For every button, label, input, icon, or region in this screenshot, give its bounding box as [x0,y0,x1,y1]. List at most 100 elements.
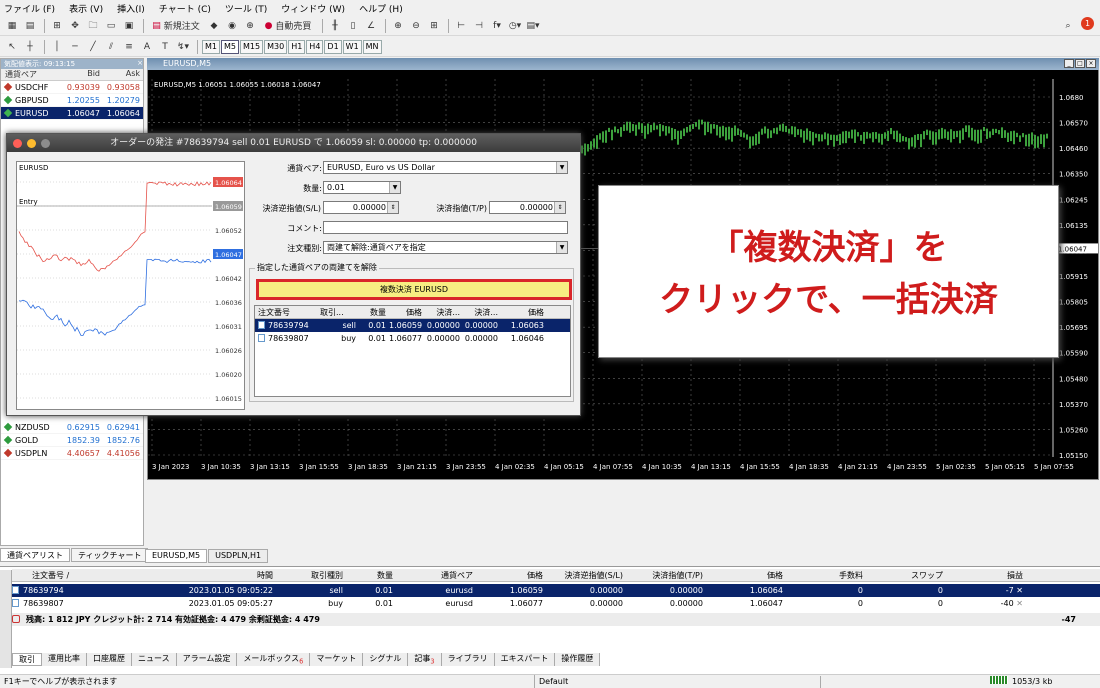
close-icon[interactable] [13,139,22,148]
navigator-icon[interactable]: ✥ [67,18,83,34]
zoom-icon[interactable] [41,139,50,148]
order-row[interactable]: 78639794 sell 0.01 1.06059 0.00000 0.00000 1.0… [255,319,570,332]
chart-window-titlebar[interactable]: EURUSD,M5 _ □ × [147,58,1099,70]
orders-col-header[interactable]: 価格 [389,307,425,318]
volume-select[interactable]: 0.01 ▼ [323,181,401,194]
market-watch-row[interactable]: EURUSD 1.06047 1.06064 [1,107,143,120]
comment-input[interactable] [323,221,568,234]
order-row[interactable]: 78639807 buy 0.01 1.06077 0.00000 0.00000 1.06… [255,332,570,345]
terminal-col-header[interactable]: 価格 [477,570,547,581]
menu-view[interactable]: 表示 (V) [69,2,103,15]
tf-d1[interactable]: D1 [324,39,342,54]
terminal-col-header[interactable]: 数量 [347,570,397,581]
profiles-icon[interactable]: ▤ [22,18,38,34]
autoscroll-icon[interactable]: ⊢ [453,18,469,34]
terminal-col-header[interactable]: 決済逆指値(S/L) [547,570,627,581]
terminal-tab[interactable]: 記事3 [408,653,442,666]
menu-tools[interactable]: ツール (T) [225,2,267,15]
terminal-col-header[interactable]: 通貨ペア [397,570,477,581]
tf-mn[interactable]: MN [362,39,382,54]
orders-col-header[interactable]: 決済... [463,307,501,318]
terminal-col-header[interactable]: 損益 [947,570,1027,581]
new-order-button[interactable]: ▤ 新規注文 [148,18,204,34]
terminal-tab[interactable]: シグナル [363,653,409,666]
col-bid[interactable]: Bid [63,69,103,80]
vps-icon[interactable]: ⊕ [242,18,258,34]
tf-m15[interactable]: M15 [240,39,264,54]
sl-input[interactable]: 0.00000 ⇕ [323,201,399,214]
market-watch-row[interactable]: USDCHF 0.93039 0.93058 [1,81,143,94]
terminal-tab[interactable]: 操作履歴 [555,653,601,666]
orders-col-header[interactable]: 数量 [359,307,389,318]
terminal-row[interactable]: 78639807 2023.01.05 09:05:27 buy 0.01 eurusd… [12,597,1100,610]
market-watch-row[interactable]: GOLD 1852.39 1852.76 [1,434,143,447]
terminal-tab[interactable]: 取引 [12,653,42,666]
terminal-tab[interactable]: アラーム設定 [176,653,238,666]
metaeditor-icon[interactable]: ◆ [206,18,222,34]
terminal-tab[interactable]: ライブラリ [441,653,495,666]
new-chart-icon[interactable]: ▦ [4,18,20,34]
text-label-icon[interactable]: T [157,39,173,55]
zoom-in-icon[interactable]: ⊕ [390,18,406,34]
market-watch-row[interactable]: USDPLN 4.40657 4.41056 [1,447,143,460]
search-icon[interactable]: ⌕ [1060,18,1076,34]
tf-m1[interactable]: M1 [202,39,220,54]
menu-insert[interactable]: 挿入(I) [117,2,145,15]
tf-m30[interactable]: M30 [264,39,288,54]
terminal-tab[interactable]: ニュース [132,653,177,666]
tf-h1[interactable]: H1 [288,39,306,54]
market-watch-row[interactable]: NZDUSD 0.62915 0.62941 [1,421,143,434]
terminal-tab[interactable]: エキスパート [494,653,556,666]
crosshair-icon[interactable]: ┼ [22,39,38,55]
tf-w1[interactable]: W1 [342,39,362,54]
tile-windows-icon[interactable]: ⊞ [426,18,442,34]
menu-chart[interactable]: チャート (C) [159,2,211,15]
channel-icon[interactable]: ⫽ [103,39,119,55]
signals-icon[interactable]: ◉ [224,18,240,34]
terminal-tab[interactable]: 口座履歴 [87,653,132,666]
terminal-tab[interactable]: 運用比率 [42,653,87,666]
terminal-col-header[interactable]: 取引種別 [277,570,347,581]
templates-icon[interactable]: ▤▾ [525,18,541,34]
menu-help[interactable]: ヘルプ (H) [359,2,403,15]
market-watch-row[interactable]: GBPUSD 1.20255 1.20279 [1,94,143,107]
line-chart-icon[interactable]: ∠ [363,18,379,34]
candle-chart-icon[interactable]: ▯ [345,18,361,34]
terminal-tab[interactable]: メールボックス6 [237,653,311,666]
periods-icon[interactable]: ◷▾ [507,18,523,34]
menu-window[interactable]: ウィンドウ (W) [281,2,345,15]
tab-usdpln-h1[interactable]: USDPLN,H1 [208,549,269,563]
text-tool-icon[interactable]: A [139,39,155,55]
order-type-select[interactable]: 両建て解除:通貨ペアを指定 ▼ [323,241,568,254]
trend-line-icon[interactable]: ╱ [85,39,101,55]
menu-file[interactable]: ファイル (F) [4,2,55,15]
close-order-icon[interactable]: ✕ [1016,599,1023,608]
tf-h4[interactable]: H4 [306,39,324,54]
col-symbol[interactable]: 通貨ペア [1,69,63,80]
folder-icon[interactable]: 🗀 [85,18,101,34]
close-order-icon[interactable]: ✕ [1016,586,1023,595]
orders-col-header[interactable]: 注文番号 [255,307,317,318]
chart-shift-icon[interactable]: ⊣ [471,18,487,34]
orders-col-header[interactable]: 価格 [501,307,547,318]
indicators-icon[interactable]: f▾ [489,18,505,34]
tester-icon[interactable]: ▣ [121,18,137,34]
multiple-close-by-button[interactable]: 複数決済 EURUSD [256,279,572,300]
cursor-icon[interactable]: ↖ [4,39,20,55]
terminal-col-header[interactable]: 決済指値(T/P) [627,570,707,581]
terminal-col-header[interactable]: スワップ [867,570,947,581]
terminal-tab[interactable]: マーケット [310,653,364,666]
horizontal-line-icon[interactable]: ─ [67,39,83,55]
bar-chart-icon[interactable]: ╫ [327,18,343,34]
fibonacci-icon[interactable]: ≡ [121,39,137,55]
arrows-icon[interactable]: ↯▾ [175,39,191,55]
tab-eurusd-m5[interactable]: EURUSD,M5 [145,549,208,563]
tf-m5[interactable]: M5 [221,39,239,54]
spinner-icon[interactable]: ⇕ [554,202,565,213]
maximize-icon[interactable]: □ [1075,59,1085,68]
col-ask[interactable]: Ask [103,69,143,80]
terminal-col-header[interactable]: 価格 [707,570,787,581]
close-window-icon[interactable]: × [1086,59,1096,68]
orders-col-header[interactable]: 決済... [425,307,463,318]
auto-trade-button[interactable]: ● 自動売買 [260,18,316,34]
